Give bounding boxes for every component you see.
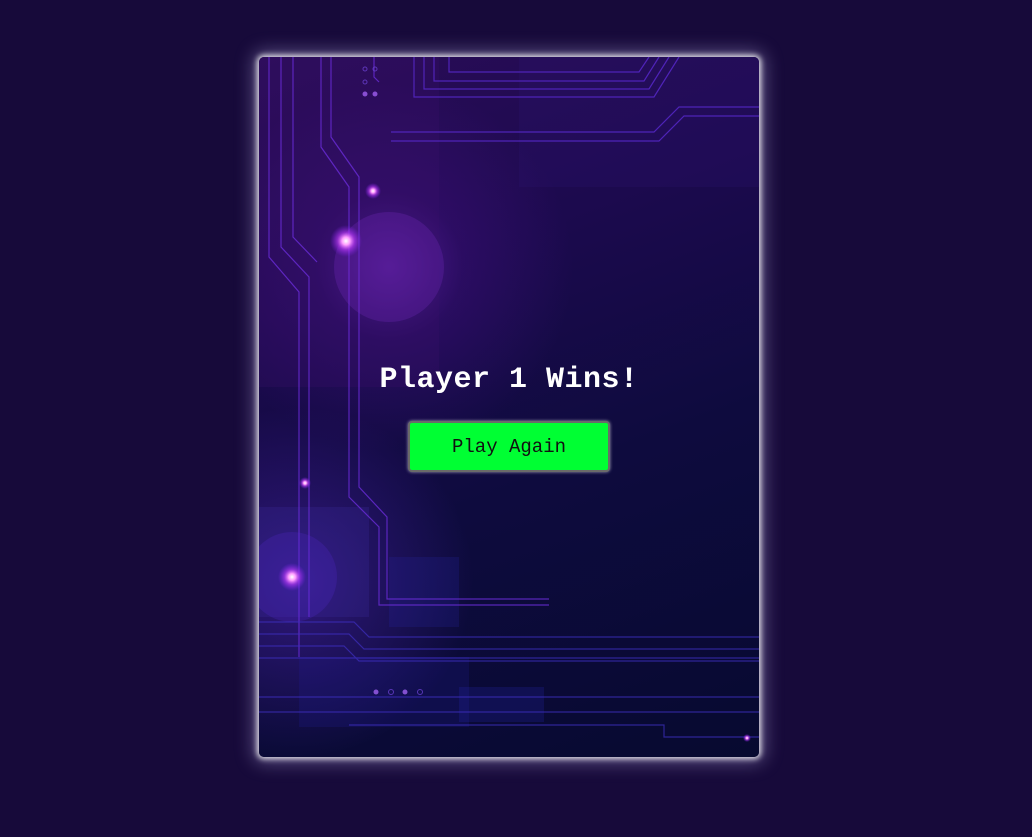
page-root: Player 1 Wins! Play Again bbox=[0, 0, 1032, 837]
game-over-panel: Player 1 Wins! Play Again bbox=[259, 57, 759, 757]
game-over-overlay: Player 1 Wins! Play Again bbox=[259, 57, 759, 757]
play-again-button[interactable]: Play Again bbox=[408, 421, 610, 472]
winner-message: Player 1 Wins! bbox=[379, 363, 639, 397]
